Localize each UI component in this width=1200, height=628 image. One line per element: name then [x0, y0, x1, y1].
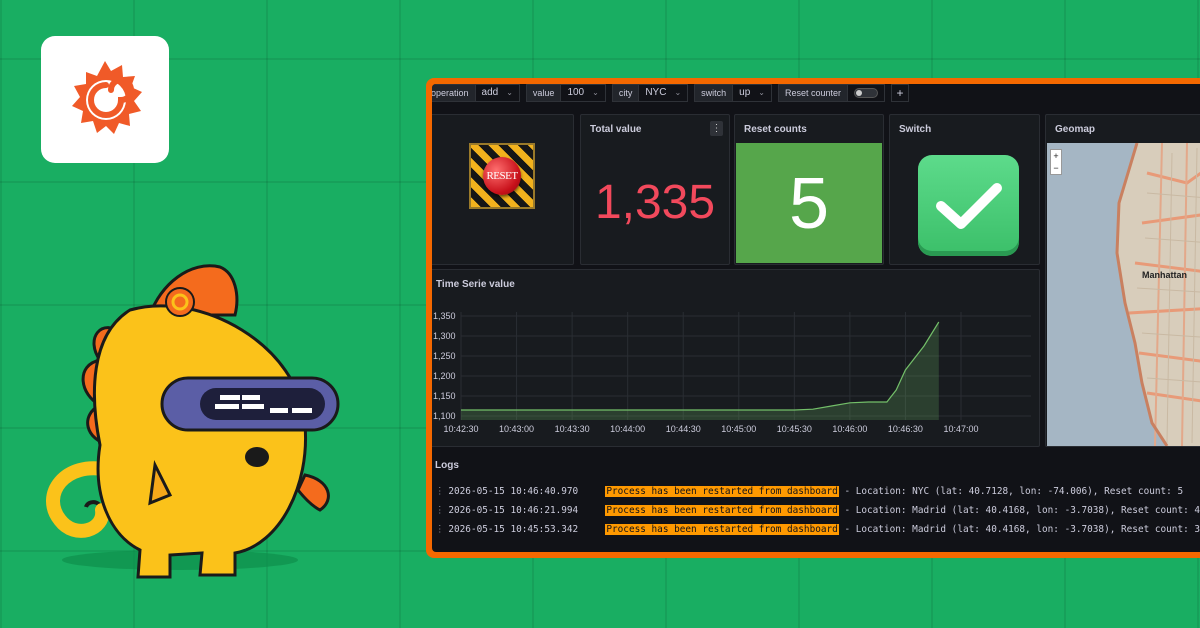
variable-select[interactable]: up ⌄ — [733, 84, 772, 102]
map-canvas[interactable]: Manhattan — [1047, 143, 1200, 446]
chevron-down-icon: ⌄ — [506, 88, 513, 97]
toggle-wrapper[interactable] — [848, 84, 886, 102]
reset-counter-label: Reset counter — [778, 84, 849, 102]
chevron-down-icon: ⌄ — [758, 88, 765, 97]
variable-select[interactable]: add ⌄ — [475, 84, 520, 102]
grafana-swirl-icon — [72, 60, 142, 134]
x-tick-label: 10:46:00 — [832, 424, 867, 434]
variable-select[interactable]: NYC ⌄ — [639, 84, 689, 102]
variable-label: operation — [432, 84, 476, 102]
reset-button-panel: RESET — [432, 114, 574, 265]
series-line — [461, 321, 940, 411]
y-tick-label: 1,250 — [433, 351, 456, 361]
chevron-down-icon: ⌄ — [592, 88, 599, 97]
switch-panel: Switch — [889, 114, 1040, 265]
log-message: - Location: Madrid (lat: 40.4168, lon: -… — [838, 524, 1200, 535]
log-message: - Location: Madrid (lat: 40.4168, lon: -… — [838, 505, 1200, 516]
switch-status — [918, 155, 1019, 256]
log-timestamp: 2026-05-15 10:46:21.994 — [448, 505, 579, 516]
x-tick-label: 10:45:30 — [777, 424, 812, 434]
x-tick-label: 10:43:30 — [555, 424, 590, 434]
log-timestamp: 2026-05-15 10:45:53.342 — [448, 524, 579, 535]
variable-switch[interactable]: switch up ⌄ — [694, 84, 772, 102]
grafana-dashboard: operation add ⌄ value 100 ⌄ city NYC ⌄ swit… — [432, 84, 1200, 552]
checkmark-icon — [935, 182, 1002, 229]
total-value-stat: 1,335 — [594, 176, 716, 229]
log-menu-icon[interactable]: ⋮ — [435, 486, 444, 497]
x-tick-label: 10:43:00 — [499, 424, 534, 434]
log-menu-icon[interactable]: ⋮ — [435, 505, 444, 516]
zoom-out-button[interactable]: − — [1051, 162, 1061, 174]
variables-bar: operation add ⌄ value 100 ⌄ city NYC ⌄ swit… — [432, 84, 910, 102]
reset-counts-panel: Reset counts 5 — [734, 114, 884, 265]
log-menu-icon[interactable]: ⋮ — [435, 524, 444, 535]
log-row[interactable]: ⋮ 2026-05-15 10:46:40.970 Process has been… — [435, 485, 1183, 499]
log-highlight: Process has been restarted from dashboar… — [605, 486, 839, 497]
mascot-illustration — [46, 264, 340, 579]
panel-title: Reset counts — [744, 124, 807, 135]
variable-value: NYC — [645, 87, 667, 98]
variable-operation[interactable]: operation add ⌄ — [432, 84, 520, 102]
log-row[interactable]: ⋮ 2026-05-15 10:45:53.342 Process has been… — [435, 523, 1200, 537]
log-highlight: Process has been restarted from dashboar… — [605, 524, 839, 535]
x-tick-label: 10:42:30 — [443, 424, 478, 434]
panel-menu-icon[interactable]: ⋮ — [710, 121, 723, 136]
variable-label: switch — [694, 84, 734, 102]
logs-title: Logs — [435, 460, 459, 471]
x-tick-label: 10:46:30 — [888, 424, 923, 434]
zoom-controls: + − — [1050, 149, 1062, 175]
y-tick-label: 1,300 — [433, 331, 456, 341]
x-tick-label: 10:44:00 — [610, 424, 645, 434]
x-tick-label: 10:44:30 — [666, 424, 701, 434]
zoom-in-button[interactable]: + — [1051, 150, 1061, 162]
geomap-panel: Geomap Manhattan + − — [1045, 114, 1200, 447]
variable-value: add — [481, 87, 499, 98]
x-tick-label: 10:45:00 — [721, 424, 756, 434]
map-label-manhattan: Manhattan — [1142, 270, 1187, 280]
reset-button-label: RESET — [483, 157, 521, 195]
y-tick-label: 1,150 — [433, 391, 456, 401]
grafana-logo — [41, 36, 169, 163]
panel-title: Switch — [899, 124, 932, 135]
variable-label: value — [525, 84, 562, 102]
y-tick-label: 1,350 — [433, 311, 456, 321]
variable-select[interactable]: 100 ⌄ — [561, 84, 606, 102]
variable-label: city — [611, 84, 640, 102]
log-timestamp: 2026-05-15 10:46:40.970 — [448, 486, 579, 497]
y-tick-label: 1,200 — [433, 371, 456, 381]
log-highlight: Process has been restarted from dashboar… — [605, 505, 839, 516]
reset-button[interactable]: RESET — [469, 143, 535, 209]
variable-city[interactable]: city NYC ⌄ — [611, 84, 689, 102]
series-area — [461, 322, 939, 420]
toggle-switch[interactable] — [854, 88, 879, 98]
reset-counts-stat: 5 — [788, 164, 830, 244]
log-row[interactable]: ⋮ 2026-05-15 10:46:21.994 Process has been… — [435, 504, 1200, 518]
variable-value: up — [739, 87, 751, 98]
time-series-panel: Time Serie value 1,350 1,300 1,250 1,200 1,1… — [432, 269, 1040, 447]
variable-value: 100 — [567, 87, 585, 98]
variable-value-select[interactable]: value 100 ⌄ — [525, 84, 606, 102]
y-tick-label: 1,100 — [433, 411, 456, 421]
panel-title: Time Serie value — [436, 279, 515, 290]
add-variable-button[interactable]: + — [891, 84, 910, 102]
time-series-chart[interactable]: 1,350 1,300 1,250 1,200 1,150 1,100 10:42:30 10… — [432, 300, 1037, 446]
log-message: - Location: NYC (lat: 40.7128, lon: -74.… — [838, 486, 1184, 497]
chevron-down-icon: ⌄ — [674, 88, 682, 97]
x-tick-label: 10:47:00 — [943, 424, 978, 434]
reset-counter-toggle[interactable]: Reset counter — [778, 84, 886, 102]
panel-title: Geomap — [1055, 124, 1096, 135]
total-value-panel: Total value ⋮ 1,335 — [580, 114, 730, 265]
panel-title: Total value — [590, 124, 642, 135]
